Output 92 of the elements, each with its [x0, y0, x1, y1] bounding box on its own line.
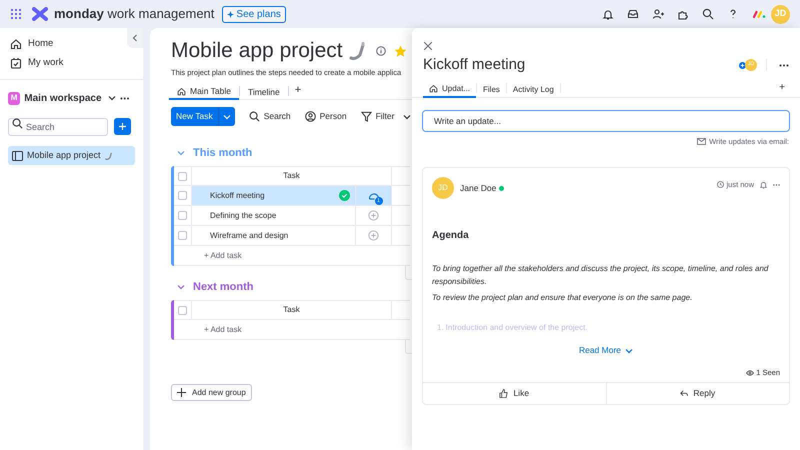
star-icon[interactable] [394, 46, 406, 56]
checkbox[interactable] [178, 231, 187, 240]
paintbrush-icon [348, 41, 367, 61]
panel-tab[interactable]: Updat... [423, 81, 476, 98]
board-item-label: Mobile app project [27, 148, 101, 162]
board-icon [12, 150, 23, 160]
like-button[interactable]: Like [423, 383, 606, 404]
apps-grid-icon[interactable] [10, 8, 22, 20]
board-item[interactable]: Mobile app project [8, 146, 135, 165]
see-plans-button[interactable]: See plans [222, 6, 286, 22]
post-paragraph: To bring together all the stakeholders and discuss the project, its scope, timeline, and roles and responsibilities. [432, 263, 770, 288]
reply-icon [680, 390, 688, 398]
collapse-sidebar-button[interactable] [127, 28, 143, 48]
collapse-chevron-icon [177, 149, 185, 158]
read-more-link[interactable]: Read More [578, 344, 634, 357]
sparkle-icon [227, 10, 234, 18]
checkbox[interactable] [178, 306, 187, 315]
checkbox[interactable] [178, 211, 187, 220]
clock-icon [717, 181, 724, 188]
task-cell[interactable]: Kickoff meeting [192, 186, 356, 206]
checkbox[interactable] [178, 191, 187, 200]
toolbar-button[interactable]: Filter [360, 110, 412, 124]
add-person-icon[interactable] [739, 62, 746, 68]
chevron-down-icon [403, 112, 412, 121]
panel-tab[interactable]: Files [477, 81, 506, 98]
nav-link[interactable]: Home [10, 37, 54, 51]
add-view-button[interactable]: + [288, 83, 308, 100]
check-circle-icon [339, 190, 350, 202]
home-icon [177, 86, 186, 96]
inbox-icon[interactable] [627, 8, 639, 20]
add-button[interactable] [114, 118, 131, 134]
brand-name: monday work management [54, 5, 214, 24]
group-title[interactable]: Next month [193, 279, 254, 296]
envelope-icon [697, 138, 706, 146]
plus-icon [177, 388, 186, 398]
task-cell[interactable]: Wireframe and design [192, 226, 356, 246]
more-icon[interactable] [779, 64, 789, 66]
list-number: 1. [437, 322, 444, 334]
board-title: Mobile app project [171, 38, 343, 64]
collapse-chevron-icon [177, 283, 185, 292]
author-avatar: JD [432, 177, 454, 200]
home-icon [429, 84, 438, 93]
close-icon[interactable] [424, 42, 432, 50]
add-task-row[interactable]: + Add task [174, 320, 410, 340]
calendar-check-icon [10, 57, 22, 69]
group-color-bar [171, 300, 174, 340]
view-tab[interactable]: Main Table [169, 84, 239, 100]
invite-person-icon[interactable] [652, 8, 664, 20]
search-icon [12, 118, 23, 129]
view-tab[interactable]: Timeline [240, 84, 288, 100]
add-tab-button[interactable]: + [779, 80, 785, 97]
post-heading: Agenda [432, 229, 470, 244]
agenda-item: Introduction and overview of the project. [446, 322, 588, 334]
toolbar-button[interactable]: Person [304, 110, 347, 124]
bell-icon[interactable] [602, 8, 614, 20]
plus-icon [119, 122, 126, 130]
search-icon [248, 111, 260, 122]
home-icon [10, 38, 22, 50]
workspace-badge: M [8, 92, 20, 104]
reply-button[interactable]: Reply [606, 383, 789, 404]
update-field[interactable]: Write an update... [422, 110, 790, 132]
more-icon[interactable] [120, 96, 129, 100]
eye-icon [746, 370, 754, 376]
toolbar-button[interactable]: Search [248, 110, 291, 124]
person-icon [304, 111, 316, 122]
checkbox[interactable] [178, 172, 187, 181]
task-cell[interactable]: Defining the scope [192, 206, 356, 226]
paintbrush-icon [104, 150, 113, 160]
column-header: Task [192, 301, 392, 320]
item-title: Kickoff meeting [423, 54, 526, 75]
chevron-down-icon [625, 346, 634, 355]
column-header: Task [192, 167, 392, 186]
panel-tab[interactable]: Activity Log [506, 81, 560, 98]
logo-icon [32, 7, 48, 21]
more-icon[interactable] [773, 184, 780, 186]
chevron-down-icon [222, 112, 231, 121]
product-logo-icon [752, 10, 766, 18]
workspace-selector[interactable]: Main workspace [24, 90, 116, 106]
chevron-down-icon [108, 94, 116, 102]
search-icon[interactable] [702, 8, 714, 20]
add-group-button[interactable]: Add new group [171, 384, 252, 402]
bell-icon[interactable] [760, 180, 767, 189]
new-task-button[interactable]: New Task [171, 107, 235, 126]
filter-icon [360, 111, 372, 122]
add-task-row[interactable]: + Add task [174, 246, 410, 266]
info-icon[interactable] [376, 46, 386, 56]
chevron-left-icon [132, 34, 138, 42]
author-name: Jane Doe [460, 182, 496, 195]
thumbs-up-icon [499, 389, 508, 398]
post-paragraph: To review the project plan and ensure that everyone is on the same page. [432, 292, 694, 304]
nav-link[interactable]: My work [10, 56, 64, 70]
search-field[interactable]: Search [8, 118, 108, 136]
